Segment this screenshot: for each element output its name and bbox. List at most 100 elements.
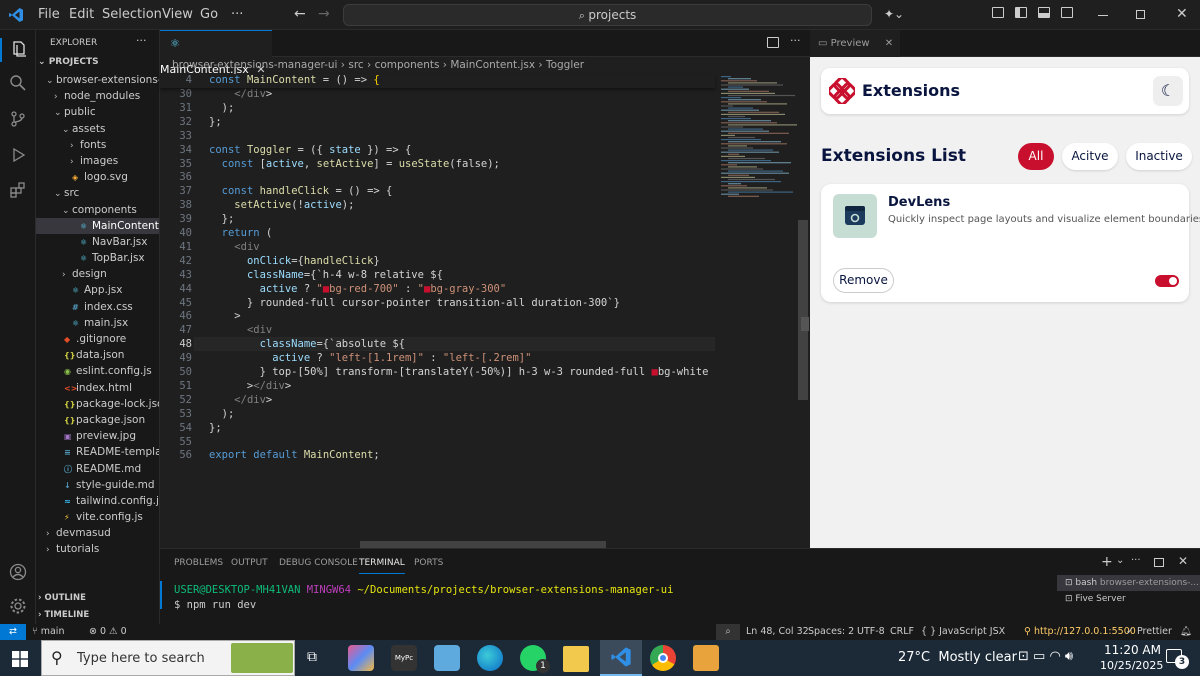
tree-item[interactable]: ◆ .gitignore <box>36 331 159 347</box>
breadcrumb-item[interactable]: components <box>375 59 440 71</box>
section-timeline[interactable]: › TIMELINE <box>38 610 89 620</box>
zoom-icon[interactable]: ⌕ <box>716 624 740 640</box>
menu-go[interactable]: Go <box>200 0 218 30</box>
whatsapp-icon[interactable]: 1 <box>520 645 550 673</box>
theme-toggle-button[interactable]: ☾ <box>1153 76 1183 106</box>
edge-browser-icon[interactable] <box>477 645 503 671</box>
media-player-icon[interactable] <box>693 645 719 671</box>
tree-item[interactable]: › tutorials <box>36 541 159 557</box>
close-preview-icon[interactable]: ✕ <box>885 38 893 49</box>
minimap[interactable] <box>715 74 805 204</box>
cursor-position[interactable]: Ln 48, Col 32 <box>746 624 809 640</box>
notifications-bell-icon[interactable]: 🔔︎ <box>1180 624 1192 640</box>
live-server-url[interactable]: ⚲ http://127.0.0.1:5500 <box>1024 624 1136 640</box>
tree-item[interactable]: ◉ eslint.config.js <box>36 363 159 379</box>
split-editor-icon[interactable] <box>767 37 779 48</box>
tree-item[interactable]: ⓘ README.md <box>36 461 159 477</box>
explorer-icon[interactable] <box>0 38 36 62</box>
breadcrumb-item[interactable]: MainContent.jsx <box>450 59 535 71</box>
tree-item[interactable]: ⚛ main.jsx <box>36 315 159 331</box>
tree-item[interactable]: ⚛ TopBar.jsx <box>36 250 159 266</box>
section-projects[interactable]: ⌄ PROJECTS <box>38 57 99 67</box>
tree-item[interactable]: ⌄ components <box>36 202 159 218</box>
section-outline[interactable]: › OUTLINE <box>38 593 86 603</box>
terminal-list-item-five-server[interactable]: ⊡ Five Server <box>1057 591 1200 607</box>
terminal-list-item-bash[interactable]: ⊡ bash browser-extensions-... <box>1057 575 1200 591</box>
tree-item[interactable]: ⌄ src <box>36 185 159 201</box>
notepad-app-icon[interactable] <box>434 645 460 671</box>
back-arrow-icon[interactable]: ← <box>294 6 306 22</box>
tab-maincontent[interactable]: ⚛ MainContent.jsx ✕ <box>160 30 272 76</box>
tree-item[interactable]: ⚛ MainContent.jsx <box>36 217 159 234</box>
tree-item[interactable]: ⌄browser-extensions-... <box>36 72 159 88</box>
tree-item[interactable]: ⚡ vite.config.js <box>36 509 159 525</box>
copilot-app-icon[interactable] <box>348 645 374 671</box>
tab-problems[interactable]: PROBLEMS <box>174 549 223 577</box>
problems-indicator[interactable]: ⊗ 0 ⚠ 0 <box>89 624 127 640</box>
search-sidebar-icon[interactable] <box>9 74 27 92</box>
tree-item[interactable]: <>index.html <box>36 380 159 396</box>
toggle-panel-icon[interactable] <box>1038 7 1050 18</box>
filter-active-button[interactable]: Acitve <box>1062 143 1118 170</box>
extensions-icon[interactable] <box>9 181 27 199</box>
tree-item[interactable]: ≈ tailwind.config.js <box>36 493 159 509</box>
language-mode[interactable]: { } JavaScript JSX <box>921 624 1005 640</box>
sash-handle[interactable] <box>801 317 809 331</box>
file-explorer-icon[interactable] <box>563 646 589 672</box>
filter-all-button[interactable]: All <box>1018 143 1054 170</box>
vscode-taskbar-button[interactable] <box>600 640 642 676</box>
tree-item[interactable]: › node_modules <box>36 88 159 104</box>
filter-inactive-button[interactable]: Inactive <box>1126 143 1192 170</box>
prettier-status[interactable]: ✓ Prettier <box>1126 624 1172 640</box>
tab-output[interactable]: OUTPUT <box>231 549 268 577</box>
tray-icons[interactable]: ⊡ ▭ ◠ 🔊︎ <box>1018 649 1073 664</box>
editor-more-icon[interactable]: ··· <box>790 34 801 47</box>
toggle-secondary-sidebar-icon[interactable] <box>1061 7 1073 18</box>
tree-item[interactable]: ↓ style-guide.md <box>36 477 159 493</box>
tree-item[interactable]: › design <box>36 266 159 282</box>
tab-preview[interactable]: ▭ Preview ✕ <box>810 30 900 57</box>
tab-terminal[interactable]: TERMINAL <box>359 552 405 574</box>
forward-arrow-icon[interactable]: → <box>318 6 330 22</box>
menu-view[interactable]: View <box>162 0 193 30</box>
menu-selection[interactable]: Selection <box>102 0 162 30</box>
tab-debug-console[interactable]: DEBUG CONSOLE <box>279 549 358 577</box>
menu-edit[interactable]: Edit <box>69 0 94 30</box>
source-control-icon[interactable] <box>9 110 27 128</box>
weather-widget[interactable]: 27°C Mostly clear <box>898 650 1017 665</box>
tree-item[interactable]: ⌄ public <box>36 104 159 120</box>
tree-item[interactable]: ▣ preview.jpg <box>36 428 159 444</box>
tree-item[interactable]: › fonts <box>36 137 159 153</box>
new-terminal-icon[interactable]: + <box>1101 554 1113 570</box>
tree-item[interactable]: › devmasud <box>36 525 159 541</box>
close-window-icon[interactable]: ✕ <box>1176 6 1188 22</box>
taskbar-search-box[interactable]: ⚲ Type here to search <box>41 640 295 676</box>
clock-date[interactable]: 10/25/2025 <box>1100 659 1163 672</box>
customize-layout-icon[interactable] <box>992 7 1004 18</box>
menu-file[interactable]: File <box>38 0 60 30</box>
task-view-icon[interactable]: ⧉ <box>307 649 317 665</box>
account-icon[interactable] <box>9 563 27 581</box>
restore-icon[interactable] <box>1136 10 1145 19</box>
notification-center-icon[interactable]: 3 <box>1166 649 1189 669</box>
branch-indicator[interactable]: ⑂ main <box>32 624 64 640</box>
manage-gear-icon[interactable] <box>9 597 27 615</box>
menu-more[interactable]: ··· <box>231 0 243 30</box>
vertical-scrollbar[interactable] <box>798 220 808 400</box>
tree-item[interactable]: ⚛ NavBar.jsx <box>36 234 159 250</box>
encoding[interactable]: UTF-8 <box>857 624 885 640</box>
tab-ports[interactable]: PORTS <box>414 549 443 577</box>
tree-item[interactable]: # index.css <box>36 299 159 315</box>
tree-item[interactable]: ⌄ assets <box>36 121 159 137</box>
end-of-line[interactable]: CRLF <box>890 624 914 640</box>
tree-item[interactable]: ⚛ App.jsx <box>36 282 159 298</box>
code-area[interactable]: 30 </div> 31 ); 32}; 33 34 const Toggler = ({… <box>160 86 715 546</box>
command-center-search[interactable]: ⌕ projects <box>343 4 872 26</box>
horizontal-scrollbar[interactable] <box>360 541 606 548</box>
tree-item[interactable]: {}package.json <box>36 412 159 428</box>
copilot-icon[interactable]: ✦⌄ <box>884 7 904 21</box>
breadcrumb-item[interactable]: src <box>348 59 363 71</box>
close-panel-icon[interactable]: ✕ <box>1178 554 1188 568</box>
tree-item[interactable]: {}package-lock.json <box>36 396 159 412</box>
tree-item[interactable]: ≡ README-template.... <box>36 444 159 460</box>
